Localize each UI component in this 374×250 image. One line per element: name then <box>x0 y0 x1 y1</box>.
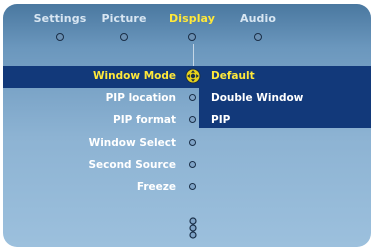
tab-audio-indicator-icon <box>254 33 262 41</box>
menu-item-freeze[interactable]: Freeze <box>137 181 176 193</box>
option-default[interactable]: Default <box>211 70 255 82</box>
menu-item-pip-location-dot-icon <box>189 94 196 101</box>
tab-settings[interactable]: Settings <box>34 12 87 25</box>
tab-settings-indicator-icon <box>56 33 64 41</box>
menu-item-second-source[interactable]: Second Source <box>88 159 176 171</box>
menu-item-pip-format[interactable]: PIP format <box>113 114 176 126</box>
navigation-cursor-icon <box>185 68 201 84</box>
menu-item-window-select-dot-icon <box>189 139 196 146</box>
option-pip[interactable]: PIP <box>211 114 230 126</box>
tab-audio[interactable]: Audio <box>240 12 276 25</box>
menu-item-freeze-dot-icon <box>189 183 196 190</box>
menu-item-window-mode[interactable]: Window Mode <box>93 70 176 82</box>
menu-item-pip-format-dot-icon <box>189 116 196 123</box>
osd-screen: Settings Picture Display Audio Window Mo… <box>3 4 371 247</box>
option-double-window[interactable]: Double Window <box>211 92 303 104</box>
menu-item-window-select[interactable]: Window Select <box>89 137 176 149</box>
tab-picture-indicator-icon <box>120 33 128 41</box>
tab-display-indicator-icon <box>188 33 196 41</box>
tab-display[interactable]: Display <box>169 12 215 25</box>
tab-picture[interactable]: Picture <box>101 12 146 25</box>
menu-connector-line <box>193 44 194 66</box>
menu-item-second-source-dot-icon <box>189 161 196 168</box>
menu-item-pip-location[interactable]: PIP location <box>106 92 176 104</box>
scroll-indicator-icon[interactable] <box>187 217 199 239</box>
